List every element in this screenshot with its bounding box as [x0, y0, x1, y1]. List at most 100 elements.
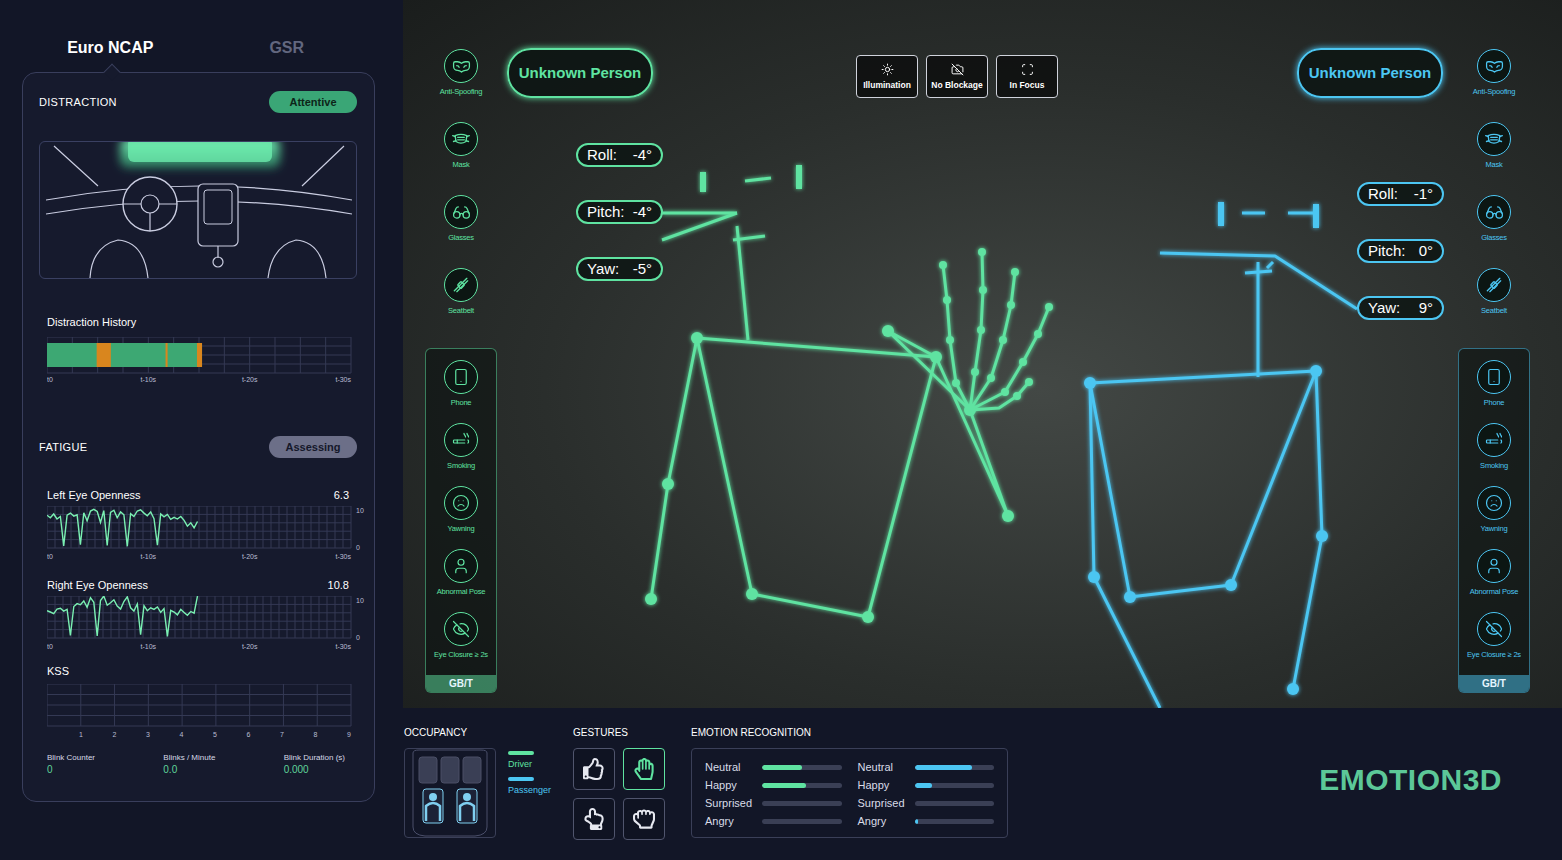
detector: Glasses: [444, 195, 478, 243]
camera-check: No Blockage: [926, 55, 988, 98]
smoking-icon: [452, 431, 470, 449]
svg-text:t-30s: t-30s: [335, 553, 351, 560]
detector: Abnormal Pose: [437, 549, 486, 597]
emotion-recognition: EMOTION RECOGNITIONNeutralHappySurprised…: [691, 727, 1008, 838]
detector: Smoking: [1477, 423, 1511, 471]
detector: Eye Closure ≥ 2s: [434, 612, 488, 660]
gesture-tile[interactable]: [573, 798, 615, 840]
camera-view: IlluminationNo BlockageIn FocusUnknown P…: [403, 0, 1562, 708]
svg-text:6: 6: [247, 731, 251, 738]
tab-bar: Euro NCAPGSR: [22, 36, 375, 60]
detector-label: Phone: [1484, 398, 1505, 408]
detector: Eye Closure ≥ 2s: [1467, 612, 1521, 660]
fist-icon: [633, 808, 655, 830]
pose-angle: Yaw:9°: [1357, 296, 1444, 320]
svg-text:4: 4: [180, 731, 184, 738]
eye-openness-chart: 100t0t-10st-20st-30s: [47, 596, 369, 654]
camera-check: In Focus: [996, 55, 1058, 98]
gesture-tile[interactable]: [623, 798, 665, 840]
kss-chart: 123456789: [47, 684, 367, 740]
detector: Anti-Spoofing: [1473, 49, 1515, 97]
svg-text:7: 7: [280, 731, 284, 738]
occupancy: OCCUPANCYDriverPassenger: [404, 727, 573, 838]
anti-spoofing-icon: [1485, 57, 1504, 76]
emotion-row: Happy: [705, 776, 842, 794]
skeleton: [1084, 202, 1357, 708]
tab[interactable]: GSR: [199, 36, 376, 60]
detector-label: Smoking: [447, 461, 475, 471]
seat: [419, 757, 437, 783]
detector-label: Yawning: [1481, 524, 1508, 534]
metrics-panel: DISTRACTIONAttentiveDistraction Historyt…: [22, 72, 375, 802]
status-pill: Attentive: [269, 91, 357, 113]
emotion-row: Surprised: [858, 794, 995, 812]
detector: Yawning: [1477, 486, 1511, 534]
detector: Mask: [444, 122, 478, 170]
yawning-icon: [1485, 494, 1503, 512]
mask-icon: [1484, 129, 1504, 149]
distraction-event: [97, 343, 111, 367]
svg-text:t0: t0: [47, 643, 53, 650]
detector-label: Smoking: [1480, 461, 1508, 471]
detector: Abnormal Pose: [1470, 549, 1519, 597]
glasses-icon: [1485, 203, 1504, 222]
detector: Mask: [1477, 122, 1511, 170]
driver-monitoring-app: Euro NCAPGSR DISTRACTIONAttentiveDistract…: [0, 0, 1562, 860]
detector-label: Abnormal Pose: [1470, 587, 1519, 597]
legend-item: Passenger: [508, 777, 551, 796]
focus-icon: [1021, 63, 1034, 76]
pose-angle: Pitch:-4°: [576, 200, 663, 224]
abnormal-pose-icon: [452, 557, 470, 575]
distraction-history-chart: t0t-10st-20st-30s: [47, 337, 367, 385]
distraction-header: DISTRACTIONAttentive: [39, 91, 357, 113]
blink-stat: Blink Counter0: [47, 752, 95, 777]
abnormal-pose-icon: [1485, 557, 1503, 575]
tab[interactable]: Euro NCAP: [22, 36, 199, 60]
blink-stat: Blink Duration (s)0.000: [284, 752, 345, 777]
svg-text:2: 2: [113, 731, 117, 738]
open-hand-icon: [633, 758, 655, 780]
main-area: IlluminationNo BlockageIn FocusUnknown P…: [403, 0, 1562, 860]
detector-label: Abnormal Pose: [437, 587, 486, 597]
gestures: GESTURES: [573, 727, 691, 840]
detector: Seatbelt: [1477, 268, 1511, 316]
svg-text:9: 9: [347, 731, 351, 738]
detector-label: Glasses: [448, 233, 474, 243]
svg-text:t-10s: t-10s: [141, 553, 157, 560]
glasses-icon: [452, 203, 471, 222]
detector-label: Phone: [451, 398, 472, 408]
pose-angle: Pitch:0°: [1357, 239, 1444, 263]
pose-angle: Yaw:-5°: [576, 257, 663, 281]
blink-stats: Blink Counter0 Blinks / Minute0.0 Blink Du…: [39, 752, 357, 777]
detector-label: Eye Closure ≥ 2s: [1467, 650, 1521, 660]
gesture-tile[interactable]: [573, 748, 615, 790]
detector: Anti-Spoofing: [440, 49, 482, 97]
cabin-view: [39, 141, 357, 279]
eye-closure-icon: [452, 620, 470, 638]
emotion-row: Happy: [858, 776, 995, 794]
detector-group: PhoneSmokingYawningAbnormal PoseEye Clos…: [425, 348, 497, 693]
detector-group: Phone Smoking Yawning Abnormal Pose Eye Clos…: [1458, 348, 1530, 693]
svg-text:t-30s: t-30s: [335, 376, 351, 383]
phone-icon: [1485, 368, 1503, 386]
skeleton: [645, 165, 1053, 623]
camera-checks: IlluminationNo BlockageIn Focus: [856, 55, 1058, 98]
mask-icon: [451, 129, 471, 149]
blink-stat: Blinks / Minute0.0: [163, 752, 215, 777]
detector-label: Anti-Spoofing: [1473, 87, 1515, 97]
cabin-illustration: [40, 142, 357, 278]
detector: Phone: [444, 360, 478, 408]
thumbs-up-icon: [583, 758, 605, 780]
pose-overlay: [403, 0, 1562, 708]
head-pose: Roll:-4°Pitch:-4°Yaw:-5°: [576, 143, 663, 281]
distraction-event: [166, 343, 168, 367]
monitor-sidebar: Euro NCAPGSR DISTRACTIONAttentiveDistract…: [0, 0, 403, 860]
point-icon: [583, 808, 605, 830]
seat: [423, 789, 443, 823]
gesture-tile[interactable]: [623, 748, 665, 790]
detector-label: Eye Closure ≥ 2s: [434, 650, 488, 660]
phone-icon: [452, 368, 470, 386]
detector: Seatbelt: [444, 268, 478, 316]
detector: Glasses: [1477, 195, 1511, 243]
blockage-icon: [951, 63, 964, 76]
